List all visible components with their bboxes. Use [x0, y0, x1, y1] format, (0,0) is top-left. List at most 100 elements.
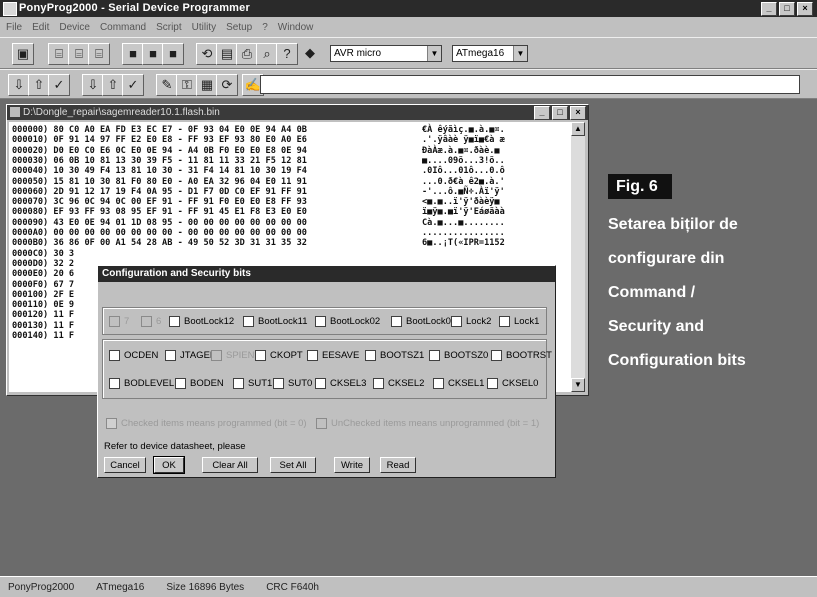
maximize-button[interactable]: □ [552, 106, 568, 120]
checkbox-boden[interactable]: BODEN [175, 378, 224, 389]
save-icon[interactable]: ■ [122, 43, 144, 65]
checkbox-box-icon[interactable] [491, 350, 502, 361]
checkbox-sut1[interactable]: SUT1 [233, 378, 272, 389]
checkbox-cksel1[interactable]: CKSEL1 [433, 378, 484, 389]
checkbox-box-icon[interactable] [499, 316, 510, 327]
config-bits-icon[interactable]: ▦ [196, 74, 218, 96]
menu-script[interactable]: Script [156, 22, 182, 33]
zoom-icon[interactable]: ⌕ [256, 43, 278, 65]
open-data-icon[interactable]: ⌸ [88, 43, 110, 65]
print-icon[interactable]: ⎙ [236, 43, 258, 65]
menu-file[interactable]: File [6, 22, 22, 33]
checkbox-box-icon[interactable] [433, 378, 444, 389]
reload-icon[interactable]: ⟲ [196, 43, 218, 65]
menu-setup[interactable]: Setup [226, 22, 252, 33]
maximize-button[interactable]: □ [779, 2, 795, 16]
write-all-icon[interactable]: ⇧ [28, 74, 50, 96]
checkbox-box-icon[interactable] [243, 316, 254, 327]
open-file-icon[interactable]: ⌸ [48, 43, 70, 65]
open-program-icon[interactable]: ⌸ [68, 43, 90, 65]
checkbox-eesave[interactable]: EESAVE [307, 350, 359, 361]
menu-utility[interactable]: Utility [192, 22, 216, 33]
chevron-down-icon[interactable]: ▼ [427, 46, 441, 61]
save-data-icon[interactable]: ■ [162, 43, 184, 65]
checkbox-box-icon[interactable] [373, 378, 384, 389]
save-program-icon[interactable]: ■ [142, 43, 164, 65]
menu-edit[interactable]: Edit [32, 22, 49, 33]
checkbox-cksel3[interactable]: CKSEL3 [315, 378, 366, 389]
device-family-select[interactable]: AVR micro ▼ [330, 45, 442, 62]
minimize-button[interactable]: _ [761, 2, 777, 16]
checkbox-box-icon[interactable] [109, 350, 120, 361]
checkbox-bootsz0[interactable]: BOOTSZ0 [429, 350, 488, 361]
edit-icon[interactable]: ▤ [216, 43, 238, 65]
checkbox-cksel0[interactable]: CKSEL0 [487, 378, 538, 389]
checkbox-bootrst[interactable]: BOOTRST [491, 350, 552, 361]
vertical-scrollbar[interactable]: ▲ ▼ [571, 122, 585, 392]
menu-device[interactable]: Device [59, 22, 90, 33]
hex-row: 000040) 10 30 49 F4 13 81 10 30 - 31 F4 … [12, 166, 505, 176]
checkbox-bootlock02[interactable]: BootLock02 [315, 316, 380, 327]
checkbox-cksel2[interactable]: CKSEL2 [373, 378, 424, 389]
read-program-icon[interactable]: ⇩ [82, 74, 104, 96]
checkbox-box-icon[interactable] [307, 350, 318, 361]
status-crc: CRC F640h [266, 581, 319, 593]
checkbox-box-icon[interactable] [391, 316, 402, 327]
write-button[interactable]: Write [334, 457, 370, 473]
reset-icon[interactable]: ⟳ [216, 74, 238, 96]
close-button[interactable]: × [797, 2, 813, 16]
checkbox-ckopt[interactable]: CKOPT [255, 350, 303, 361]
checkbox-box-icon[interactable] [429, 350, 440, 361]
device-model-select[interactable]: ATmega16 ▼ [452, 45, 528, 62]
checkbox-bootlock01[interactable]: BootLock01 [391, 316, 456, 327]
caption-line-3: Command / [608, 284, 696, 301]
scroll-up-icon[interactable]: ▲ [571, 122, 585, 136]
clear-all-button[interactable]: Clear All [202, 457, 258, 473]
checkbox-label: BootLock01 [406, 316, 457, 327]
checkbox-jtagen[interactable]: JTAGEN [165, 350, 217, 361]
set-all-button[interactable]: Set All [270, 457, 316, 473]
write-program-icon[interactable]: ⇧ [102, 74, 124, 96]
checkbox-bodlevel[interactable]: BODLEVEL [109, 378, 174, 389]
checkbox-bootlock12[interactable]: BootLock12 [169, 316, 234, 327]
checkbox-box-icon[interactable] [315, 316, 326, 327]
checkbox-ocden[interactable]: OCDEN [109, 350, 158, 361]
checkbox-lock2[interactable]: Lock2 [451, 316, 491, 327]
read-all-icon[interactable]: ⇩ [8, 74, 30, 96]
checkbox-bootsz1[interactable]: BOOTSZ1 [365, 350, 424, 361]
checkbox-box-icon[interactable] [273, 378, 284, 389]
menu-command[interactable]: Command [100, 22, 146, 33]
hex-row: 000130) 11 F [12, 321, 74, 331]
read-button[interactable]: Read [380, 457, 416, 473]
menu-help[interactable]: ? [262, 22, 268, 33]
hex-row: 000000) 80 C0 A0 EA FD E3 EC E7 - 0F 93 … [12, 125, 505, 135]
checkbox-box-icon[interactable] [109, 378, 120, 389]
help-icon[interactable]: ? [276, 43, 298, 65]
ok-button[interactable]: OK [153, 456, 185, 474]
verify-icon[interactable]: ✓ [48, 74, 70, 96]
checkbox-box-icon[interactable] [315, 378, 326, 389]
chevron-down-icon[interactable]: ▼ [513, 46, 527, 61]
verify-program-icon[interactable]: ✓ [122, 74, 144, 96]
security-icon[interactable]: ⚿ [176, 74, 198, 96]
menu-window[interactable]: Window [278, 22, 314, 33]
checkbox-box-icon[interactable] [365, 350, 376, 361]
close-button[interactable]: × [570, 106, 586, 120]
checkbox-box-icon[interactable] [233, 378, 244, 389]
checkbox-lock1[interactable]: Lock1 [499, 316, 539, 327]
minimize-button[interactable]: _ [534, 106, 550, 120]
checkbox-box-icon[interactable] [169, 316, 180, 327]
note-field[interactable] [260, 75, 800, 94]
new-window-icon[interactable]: ▣ [12, 43, 34, 65]
checkbox-box-icon[interactable] [451, 316, 462, 327]
checkbox-box-icon[interactable] [175, 378, 186, 389]
erase-icon[interactable]: ✎ [156, 74, 178, 96]
checkbox-box-icon[interactable] [165, 350, 176, 361]
checkbox-sut0[interactable]: SUT0 [273, 378, 312, 389]
checkbox-bootlock11[interactable]: BootLock11 [243, 316, 307, 327]
cancel-button[interactable]: Cancel [104, 457, 146, 473]
checkbox-box-icon[interactable] [255, 350, 266, 361]
scroll-down-icon[interactable]: ▼ [571, 378, 585, 392]
checkbox-box-icon[interactable] [487, 378, 498, 389]
checkbox-7: 7 [109, 316, 129, 327]
